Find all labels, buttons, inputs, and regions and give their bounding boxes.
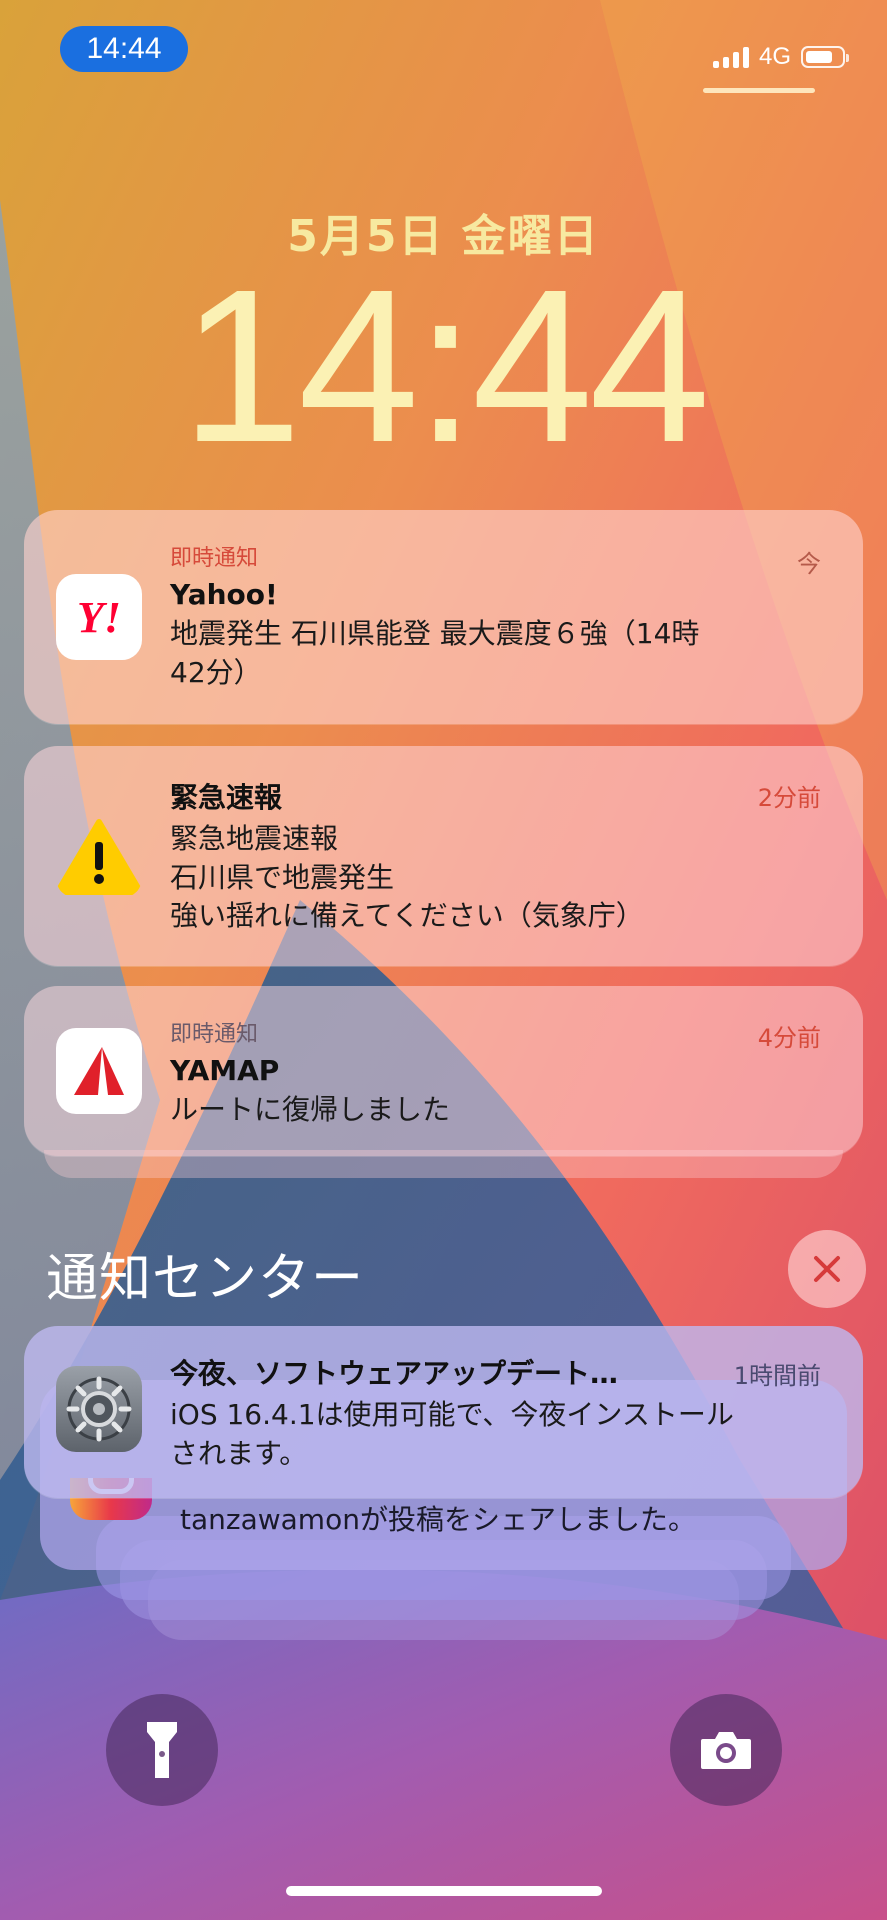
notification-category: 即時通知 — [170, 1022, 259, 1047]
clear-notifications-button[interactable] — [788, 1230, 866, 1308]
status-time[interactable]: 14:44 — [60, 26, 188, 72]
status-indicators: 4G — [712, 40, 849, 74]
notification-body-line: されます。 — [170, 1436, 308, 1470]
notification-title: 緊急速報 — [170, 781, 283, 814]
notification-body-line: iOS 16.4.1は使用可能で、今夜インストール — [170, 1398, 734, 1431]
notification-body: tanzawamonが投稿をシェアしました。 — [180, 1503, 696, 1536]
camera-icon — [701, 1732, 751, 1769]
battery-icon — [801, 46, 849, 68]
notification-title: 今夜、ソフトウェアアップデート… — [170, 1357, 619, 1390]
battery-level — [806, 51, 832, 63]
notification-time: 1時間前 — [733, 1362, 821, 1390]
network-type: 4G — [758, 43, 791, 70]
flashlight-icon — [147, 1722, 177, 1778]
yahoo-logo: Y! — [77, 592, 121, 642]
notification-time: 2分前 — [757, 784, 821, 812]
lock-time: 14:44 — [180, 245, 711, 488]
notification-emergency[interactable]: 緊急速報 緊急地震速報 石川県で地震発生 強い揺れに備えてください（気象庁） 2… — [24, 746, 863, 966]
notification-body-line: 地震発生 石川県能登 最大震度６強（14時 — [170, 617, 700, 650]
notification-center-header: 通知センター — [46, 1249, 365, 1309]
notification-title: YAMAP — [170, 1054, 280, 1087]
notification-body-line: ルートに復帰しました — [170, 1093, 451, 1126]
cellular-signal-icon — [712, 46, 749, 68]
flashlight-button[interactable] — [106, 1694, 218, 1806]
notification-body-line: 石川県で地震発生 — [170, 860, 395, 894]
notification-yamap-shadow — [44, 1150, 843, 1178]
yamap-icon — [56, 1028, 142, 1114]
notification-yahoo[interactable]: Y! 即時通知 Yahoo! 地震発生 石川県能登 最大震度６強（14時 42分… — [24, 510, 863, 724]
yahoo-icon: Y! — [56, 574, 142, 660]
notification-time: 4分前 — [757, 1024, 821, 1052]
settings-gear-icon — [56, 1366, 142, 1452]
close-icon — [814, 1256, 840, 1282]
notification-category: 即時通知 — [170, 546, 259, 571]
home-indicator[interactable] — [286, 1886, 602, 1896]
warning-icon — [56, 812, 142, 898]
notification-body-line: 42分） — [170, 655, 262, 689]
camera-button[interactable] — [670, 1694, 782, 1806]
notification-body-line: 強い揺れに備えてください（気象庁） — [170, 899, 644, 933]
notification-body-line: 緊急地震速報 — [170, 822, 339, 855]
notification-yamap[interactable]: 即時通知 YAMAP ルートに復帰しました 4分前 — [24, 986, 863, 1156]
control-center-indicator[interactable] — [703, 88, 815, 93]
notification-software-update[interactable]: 今夜、ソフトウェアアップデート… iOS 16.4.1は使用可能で、今夜インスト… — [24, 1326, 863, 1498]
notification-time: 今 — [797, 550, 821, 578]
notification-title: Yahoo! — [170, 578, 278, 611]
